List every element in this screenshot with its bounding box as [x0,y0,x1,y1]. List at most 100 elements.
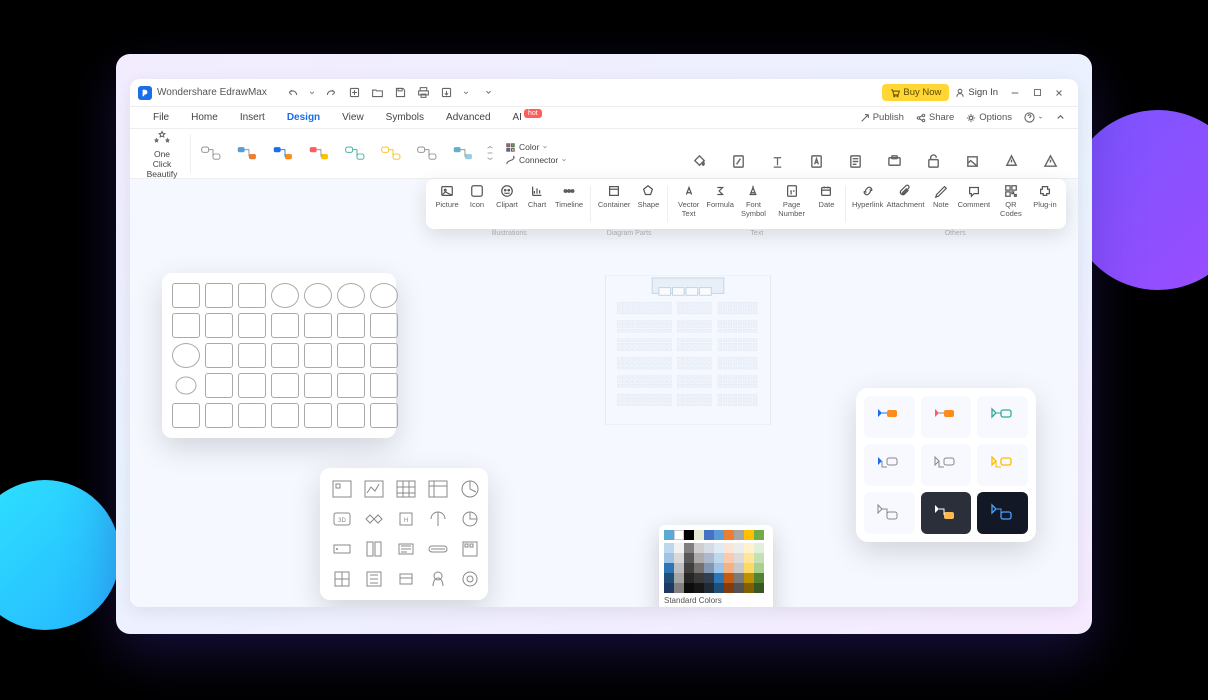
color-swatch[interactable] [674,563,684,573]
furniture-shape[interactable] [337,373,365,398]
color-swatch[interactable] [714,563,724,573]
menu-home[interactable]: Home [180,112,229,123]
furniture-shape[interactable] [172,373,200,398]
color-swatch[interactable] [734,530,744,540]
furniture-shape[interactable] [337,403,365,428]
text-style-icon[interactable] [770,154,785,169]
furniture-shape[interactable] [205,403,233,428]
menu-file[interactable]: File [142,112,180,123]
color-swatch[interactable] [724,573,734,583]
color-swatch[interactable] [754,583,764,593]
warning-icon[interactable] [1043,154,1058,169]
furniture-shape[interactable] [370,343,398,368]
new-page-button[interactable] [343,86,366,99]
fill-icon[interactable] [692,154,707,169]
furniture-shape[interactable] [304,283,332,308]
color-swatch[interactable] [724,583,734,593]
color-swatch[interactable] [694,583,704,593]
timeline-button[interactable]: Timeline [552,182,586,226]
font-symbol-button[interactable]: Font Symbol [735,182,772,226]
options-button[interactable]: Options [966,112,1012,123]
color-swatch[interactable] [684,573,694,583]
color-swatch[interactable] [674,553,684,563]
misc-shape[interactable] [362,568,386,590]
qr-codes-button[interactable]: QR Codes [992,182,1030,226]
furniture-shape[interactable] [304,343,332,368]
furniture-shape[interactable] [172,343,200,368]
furniture-shape[interactable] [172,283,200,308]
redo-button[interactable] [320,86,343,99]
color-swatch[interactable] [694,573,704,583]
color-swatch[interactable] [704,553,714,563]
color-swatch[interactable] [684,553,694,563]
misc-shape[interactable] [330,568,354,590]
misc-shape[interactable] [362,508,386,530]
color-swatch[interactable] [664,553,674,563]
misc-shape[interactable] [330,478,354,500]
furniture-shape[interactable] [205,283,233,308]
date-button[interactable]: Date [811,182,841,226]
menu-view[interactable]: View [331,112,375,123]
rotate-icon[interactable] [926,154,941,169]
theme-swatch-2[interactable] [234,143,264,165]
color-swatch[interactable] [714,553,724,563]
misc-shape[interactable] [426,568,450,590]
font-icon[interactable] [809,154,824,169]
furniture-shape[interactable] [238,373,266,398]
furniture-shape[interactable] [205,343,233,368]
misc-shape[interactable] [458,538,482,560]
color-dropdown[interactable]: Color [505,142,567,153]
buy-now-button[interactable]: Buy Now [882,84,949,101]
maximize-button[interactable] [1026,83,1048,103]
furniture-shape[interactable] [238,343,266,368]
color-swatch[interactable] [694,530,704,540]
color-swatch[interactable] [744,583,754,593]
color-swatch[interactable] [714,543,724,553]
snap-icon[interactable] [1004,154,1019,169]
color-swatch[interactable] [734,553,744,563]
formula-button[interactable]: Formula [705,182,735,226]
color-swatch[interactable] [684,583,694,593]
furniture-shape[interactable] [238,283,266,308]
color-swatch[interactable] [714,573,724,583]
theme-swatch-5[interactable] [342,143,372,165]
theme-option-9[interactable] [977,492,1028,534]
orientation-icon[interactable] [887,154,902,169]
qat-more-dropdown[interactable] [480,89,497,96]
vector-text-button[interactable]: Vector Text [672,182,705,226]
theme-option-2[interactable] [921,396,972,438]
picture-button[interactable]: Picture [432,182,462,226]
menu-symbols[interactable]: Symbols [375,112,435,123]
furniture-shape[interactable] [337,313,365,338]
page-fit-icon[interactable] [848,154,863,169]
color-swatch[interactable] [734,563,744,573]
page-size-icon[interactable] [731,154,746,169]
furniture-shape[interactable] [205,373,233,398]
undo-button[interactable] [281,86,304,99]
theme-option-6[interactable] [977,444,1028,486]
color-swatch[interactable] [704,573,714,583]
color-swatch[interactable] [754,563,764,573]
furniture-shape[interactable] [271,403,299,428]
publish-button[interactable]: Publish [860,112,904,123]
furniture-shape[interactable] [337,283,365,308]
misc-shape[interactable] [362,538,386,560]
collapse-ribbon-button[interactable] [1055,112,1066,123]
color-swatch[interactable] [704,543,714,553]
plugin-button[interactable]: Plug-in [1030,182,1060,226]
background-icon[interactable] [965,154,980,169]
chart-button[interactable]: Chart [522,182,552,226]
color-swatch[interactable] [704,563,714,573]
color-swatch[interactable] [754,573,764,583]
theme-swatch-7[interactable] [414,143,444,165]
save-button[interactable] [389,86,412,99]
theme-gallery-dropdown[interactable] [483,144,497,164]
color-swatch[interactable] [704,530,714,540]
color-swatch[interactable] [724,543,734,553]
color-swatch[interactable] [694,563,704,573]
theme-option-4[interactable] [864,444,915,486]
theme-option-8[interactable] [921,492,972,534]
attachment-button[interactable]: Attachment [885,182,926,226]
print-button[interactable] [412,86,435,99]
comment-button[interactable]: Comment [956,182,992,226]
